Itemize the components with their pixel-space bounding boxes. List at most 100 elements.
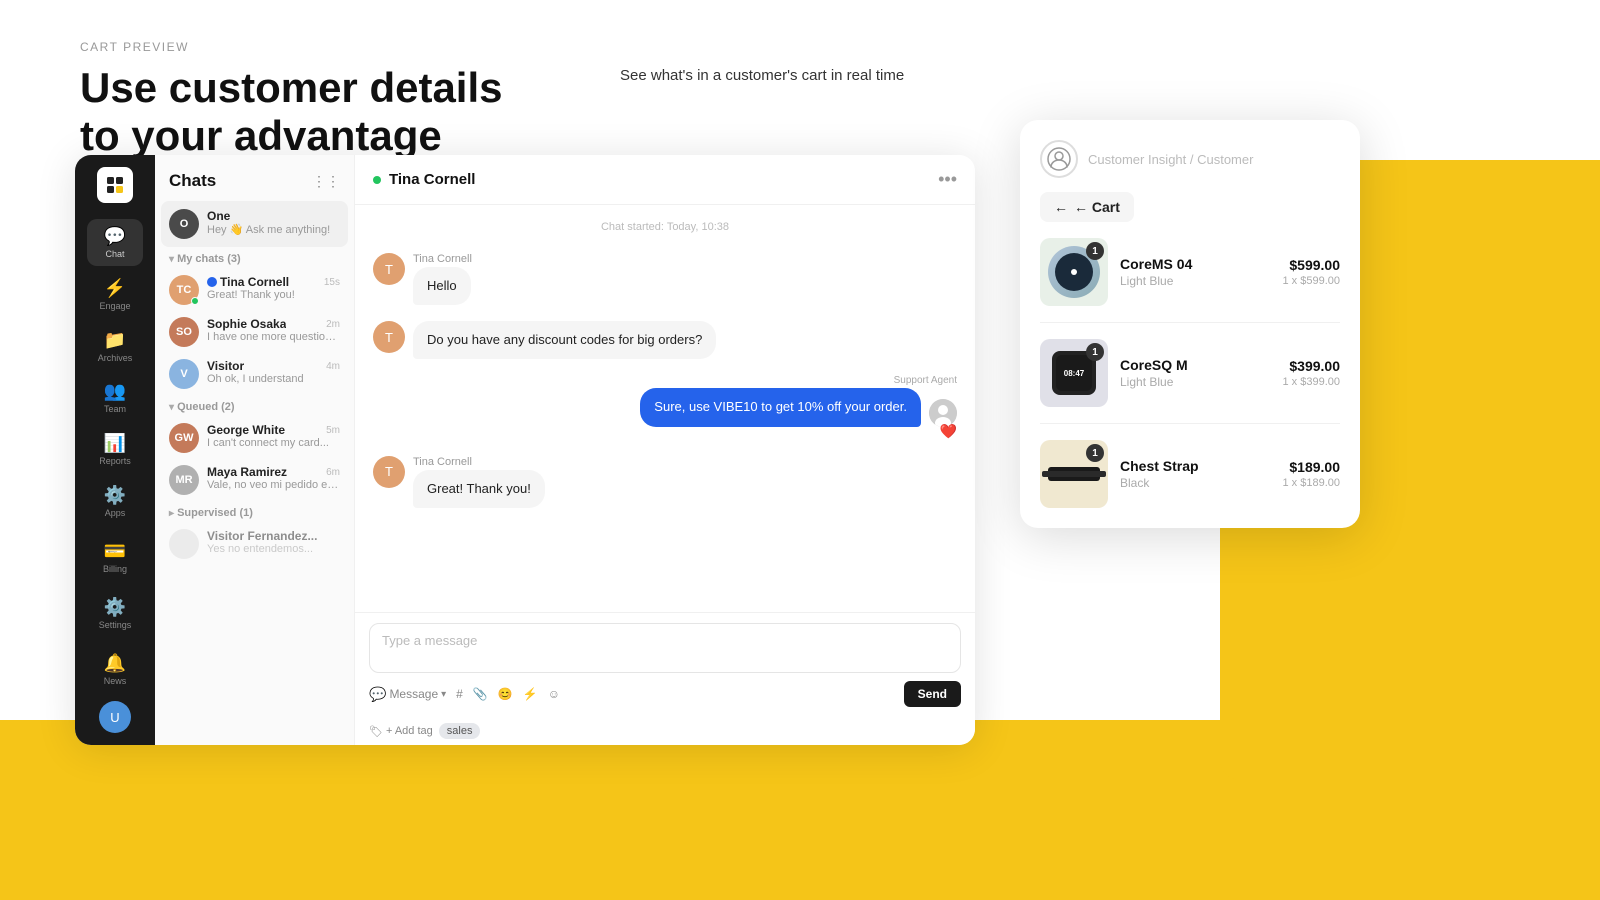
online-indicator — [373, 176, 381, 184]
cart-details-chest-strap: Chest Strap Black — [1120, 458, 1271, 490]
insight-header: Customer Insight / Customer — [1040, 140, 1340, 178]
message-group-2: T Do you have any discount codes for big… — [373, 321, 957, 359]
nav-item-billing[interactable]: 💳 Billing — [87, 533, 143, 581]
nav-item-team[interactable]: 👥 Team — [87, 374, 143, 422]
cart-item-img-coresq: 08:47 1 — [1040, 339, 1108, 407]
chat-list-panel: Chats ⋮⋮ O One Hey 👋 Ask me anything! ▾ … — [155, 155, 355, 745]
cart-back-button[interactable]: ← ← Cart — [1040, 192, 1134, 222]
chat-preview-visitor: Oh ok, I understand — [207, 373, 340, 385]
heart-reaction: ❤️ — [940, 423, 957, 440]
cart-qty-coresq: 1 x $399.00 — [1283, 376, 1341, 388]
nav-item-archives[interactable]: 📁 Archives — [87, 322, 143, 370]
message-bubble-3: Sure, use VIBE10 to get 10% off your ord… — [640, 388, 921, 426]
add-tag-button[interactable]: 🏷 + Add tag — [369, 725, 433, 738]
nav-item-news[interactable]: 🔔 News — [87, 645, 143, 693]
chat-contact-name: Tina Cornell — [389, 171, 475, 188]
cart-variant-chest-strap: Black — [1120, 476, 1271, 490]
chat-input-area: Type a message 💬 Message ▾ # 📎 😊 ⚡ ☺ Sen… — [355, 612, 975, 717]
cart-name-coresq: CoreSQ M — [1120, 357, 1271, 373]
chat-messages-area: Chat started: Today, 10:38 T Tina Cornel… — [355, 205, 975, 612]
chat-avatar-visitor: V — [169, 359, 199, 389]
hashtag-button[interactable]: # — [456, 687, 463, 701]
message-input-placeholder: Type a message — [382, 633, 477, 648]
cart-badge-corems: 1 — [1086, 242, 1104, 260]
chat-toolbar: 💬 Message ▾ # 📎 😊 ⚡ ☺ Send — [369, 681, 961, 707]
user-avatar[interactable]: U — [99, 701, 131, 733]
cart-price-coresq: $399.00 — [1283, 358, 1341, 374]
chat-time-maya: 6m — [326, 467, 340, 478]
news-icon: 🔔 — [104, 653, 126, 674]
message-input-box[interactable]: Type a message — [369, 623, 961, 673]
nav-bottom: 💳 Billing ⚙️ Settings 🔔 News U — [87, 533, 143, 733]
cart-item-corems: 1 CoreMS 04 Light Blue $599.00 1 x $599.… — [1040, 238, 1340, 306]
cart-price-right-chest-strap: $189.00 1 x $189.00 — [1283, 459, 1341, 489]
chat-item-one[interactable]: O One Hey 👋 Ask me anything! — [161, 201, 348, 247]
tina-avatar-msg4: T — [373, 456, 405, 488]
cart-qty-chest-strap: 1 x $189.00 — [1283, 477, 1341, 489]
nav-item-chat[interactable]: 💬 Chat — [87, 219, 143, 267]
chat-name-supervised: Visitor Fernandez... — [207, 529, 340, 543]
chat-avatar-supervised — [169, 529, 199, 559]
tina-avatar-msg1: T — [373, 253, 405, 285]
chat-preview-sophie: I have one more question. Could... — [207, 331, 340, 343]
nav-label-settings: Settings — [99, 620, 132, 630]
billing-icon: 💳 — [104, 541, 126, 562]
sender-name-4: Tina Cornell — [413, 456, 545, 468]
engage-icon: ⚡ — [104, 278, 126, 299]
chat-name-tina: Tina Cornell — [207, 275, 289, 289]
message-row-right: Sure, use VIBE10 to get 10% off your ord… — [640, 388, 957, 426]
cart-items-list: 1 CoreMS 04 Light Blue $599.00 1 x $599.… — [1040, 238, 1340, 508]
filter-icon[interactable]: ⋮⋮ — [312, 173, 340, 190]
more-options-button[interactable]: ••• — [938, 169, 957, 190]
chat-preview-one: Hey 👋 Ask me anything! — [207, 223, 340, 236]
divider-2 — [1040, 423, 1340, 424]
chat-preview-supervised: Yes no entendemos... — [207, 543, 340, 555]
cart-preview-label: CART PREVIEW — [80, 40, 503, 54]
message-content-1: Tina Cornell Hello — [413, 253, 472, 305]
chat-item-george[interactable]: GW George White 5m I can't connect my ca… — [155, 417, 354, 459]
chat-preview-george: I can't connect my card... — [207, 437, 340, 449]
chat-started-label: Chat started: Today, 10:38 — [373, 221, 957, 233]
chat-list-title: Chats — [169, 171, 216, 191]
cart-badge-chest-strap: 1 — [1086, 444, 1104, 462]
nav-item-apps[interactable]: ⚙️ Apps — [87, 477, 143, 525]
chat-header: Tina Cornell ••• — [355, 155, 975, 205]
send-button[interactable]: Send — [904, 681, 961, 707]
attach-button[interactable]: 📎 — [473, 687, 488, 701]
cart-price-right-coresq: $399.00 1 x $399.00 — [1283, 358, 1341, 388]
chat-name-visitor: Visitor — [207, 359, 244, 373]
emoji-button[interactable]: 😊 — [498, 687, 513, 701]
cart-price-chest-strap: $189.00 — [1283, 459, 1341, 475]
cart-badge-coresq: 1 — [1086, 343, 1104, 361]
sales-tag[interactable]: sales — [439, 723, 481, 739]
chat-item-tina[interactable]: TC Tina Cornell 15s Great! Thank you! — [155, 269, 354, 311]
cart-item-coresq: 08:47 1 CoreSQ M Light Blue $399.00 1 x … — [1040, 339, 1340, 407]
nav-item-reports[interactable]: 📊 Reports — [87, 426, 143, 474]
message-bubble-1: Hello — [413, 267, 471, 305]
chat-list-header: Chats ⋮⋮ — [155, 155, 354, 201]
chat-interface-card: 💬 Chat ⚡ Engage 📁 Archives 👥 Team 📊 Repo… — [75, 155, 975, 745]
cart-details-coresq: CoreSQ M Light Blue — [1120, 357, 1271, 389]
chat-item-maya[interactable]: MR Maya Ramirez 6m Vale, no veo mi pedid… — [155, 459, 354, 501]
nav-label-news: News — [104, 676, 127, 686]
my-chats-label: ▾ My chats (3) — [155, 247, 354, 269]
nav-item-engage[interactable]: ⚡ Engage — [87, 270, 143, 318]
queued-label: ▾ Queued (2) — [155, 395, 354, 417]
cart-name-corems: CoreMS 04 — [1120, 256, 1271, 272]
nav-label-billing: Billing — [103, 564, 127, 574]
quick-reply-button[interactable]: ⚡ — [523, 687, 538, 701]
message-bubble-4: Great! Thank you! — [413, 470, 545, 508]
message-format-button[interactable]: 💬 Message ▾ — [369, 686, 446, 703]
nav-item-settings[interactable]: ⚙️ Settings — [87, 589, 143, 637]
chat-item-supervised[interactable]: Visitor Fernandez... Yes no entendemos..… — [155, 523, 354, 565]
chat-avatar-george: GW — [169, 423, 199, 453]
message-content-2: Do you have any discount codes for big o… — [413, 321, 716, 359]
extra-button[interactable]: ☺ — [548, 687, 560, 701]
chat-item-sophie[interactable]: SO Sophie Osaka 2m I have one more quest… — [155, 311, 354, 353]
chat-item-visitor[interactable]: V Visitor 4m Oh ok, I understand — [155, 353, 354, 395]
nav-sidebar: 💬 Chat ⚡ Engage 📁 Archives 👥 Team 📊 Repo… — [75, 155, 155, 745]
tag-icon: 🏷 — [369, 725, 383, 738]
supervised-label: ▸ Supervised (1) — [155, 501, 354, 523]
chat-info-supervised: Visitor Fernandez... Yes no entendemos..… — [207, 529, 340, 555]
nav-label-archives: Archives — [98, 353, 133, 363]
